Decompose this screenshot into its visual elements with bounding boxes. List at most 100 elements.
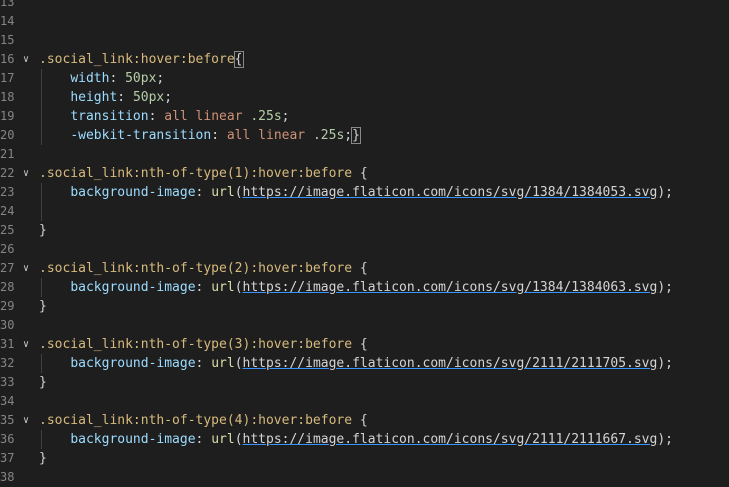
code-token: ; <box>344 128 353 143</box>
fold-chevron-icon[interactable]: ∨ <box>20 164 32 183</box>
code-text: .social_link:hover:before{ <box>39 50 244 69</box>
code-text: } <box>39 373 47 392</box>
code-text: background-image: url(https://image.flat… <box>39 430 673 449</box>
code-line[interactable]: 36 background-image: url(https://image.f… <box>0 430 729 449</box>
line-number: 27 <box>0 261 14 275</box>
code-line[interactable]: 35 ∨ .social_link:nth-of-type(4):hover:bef… <box>0 411 729 430</box>
code-line[interactable]: 20 -webkit-transition: all linear .25s;} <box>0 126 729 145</box>
code-line[interactable]: 34 <box>0 392 729 411</box>
url-link[interactable]: https://image.flaticon.com/icons/svg/211… <box>243 432 658 447</box>
line-number: 28 <box>0 280 14 294</box>
code-token: url <box>211 356 235 371</box>
code-line[interactable]: 27 ∨ .social_link:nth-of-type(2):hover:bef… <box>0 259 729 278</box>
code-token: url <box>211 280 235 295</box>
code-token: { <box>233 51 244 68</box>
line-number: 20 <box>0 128 14 142</box>
code-line[interactable]: 29} <box>0 297 729 316</box>
url-link[interactable]: https://image.flaticon.com/icons/svg/138… <box>243 185 658 200</box>
code-line[interactable]: 26 <box>0 240 729 259</box>
code-token: all linear <box>226 128 306 143</box>
fold-chevron-icon[interactable]: ∨ <box>20 259 32 278</box>
url-link[interactable]: https://image.flaticon.com/icons/svg/211… <box>243 356 658 371</box>
code-line[interactable]: 19 transition: all linear .25s; <box>0 107 729 126</box>
line-number: 36 <box>0 432 14 446</box>
line-number: 34 <box>0 394 14 408</box>
indent-guide <box>41 354 42 373</box>
code-token: : <box>109 71 126 86</box>
code-token: .social_link:nth-of-type(2):hover:before <box>39 261 353 276</box>
code-token: width <box>70 71 110 86</box>
code-token: ; <box>164 90 173 105</box>
line-number: 17 <box>0 71 14 85</box>
code-token: .social_link:hover:before <box>39 52 235 67</box>
code-line[interactable]: 15 <box>0 31 729 50</box>
line-number: 21 <box>0 147 14 161</box>
line-number: 25 <box>0 223 14 237</box>
code-line[interactable]: 33} <box>0 373 729 392</box>
code-token: } <box>39 223 47 238</box>
code-text: } <box>39 449 47 468</box>
line-number: 24 <box>0 204 14 218</box>
indent-guide <box>41 69 42 145</box>
code-text: transition: all linear .25s; <box>39 107 290 126</box>
indent-guide <box>41 278 42 297</box>
line-number: 31 <box>0 337 14 351</box>
fold-chevron-icon[interactable]: ∨ <box>20 50 32 69</box>
code-token: { <box>352 261 368 276</box>
code-token: .25s <box>250 109 282 124</box>
code-line[interactable]: 24 <box>0 202 729 221</box>
code-line[interactable]: 17 width: 50px; <box>0 69 729 88</box>
code-token: : <box>195 185 212 200</box>
line-number: 18 <box>0 90 14 104</box>
code-token: ; <box>281 109 290 124</box>
fold-chevron-icon[interactable]: ∨ <box>20 411 32 430</box>
code-token: 50px <box>125 71 157 86</box>
code-text: background-image: url(https://image.flat… <box>39 183 673 202</box>
line-number: 23 <box>0 185 14 199</box>
code-token: ); <box>657 185 673 200</box>
code-line[interactable]: 28 background-image: url(https://image.f… <box>0 278 729 297</box>
code-line[interactable]: 32 background-image: url(https://image.f… <box>0 354 729 373</box>
code-line[interactable]: 31 ∨ .social_link:nth-of-type(3):hover:bef… <box>0 335 729 354</box>
line-number: 38 <box>0 470 14 484</box>
code-line[interactable]: 30 <box>0 316 729 335</box>
code-token: { <box>352 166 368 181</box>
code-text: background-image: url(https://image.flat… <box>39 278 673 297</box>
code-token: -webkit-transition <box>70 128 212 143</box>
code-line[interactable]: 21 <box>0 145 729 164</box>
code-token: .25s <box>312 128 345 143</box>
code-editor[interactable]: 13 14 15 16 ∨ .social_link:hover:before{17 wi… <box>0 0 729 484</box>
line-number: 19 <box>0 109 14 123</box>
code-line[interactable]: 16 ∨ .social_link:hover:before{ <box>0 50 729 69</box>
code-line[interactable]: 18 height: 50px; <box>0 88 729 107</box>
code-line[interactable]: 25} <box>0 221 729 240</box>
code-token: } <box>39 299 47 314</box>
code-token: .social_link:nth-of-type(4):hover:before <box>39 413 353 428</box>
code-line[interactable]: 14 <box>0 12 729 31</box>
line-number: 22 <box>0 166 14 180</box>
url-link[interactable]: https://image.flaticon.com/icons/svg/138… <box>243 280 658 295</box>
code-token: .social_link:nth-of-type(3):hover:before <box>39 337 353 352</box>
code-line[interactable]: 38 <box>0 468 729 487</box>
fold-chevron-icon[interactable]: ∨ <box>20 335 32 354</box>
indent-guide <box>41 430 42 449</box>
code-line[interactable]: 22 ∨ .social_link:nth-of-type(1):hover:bef… <box>0 164 729 183</box>
code-line[interactable]: 23 background-image: url(https://image.f… <box>0 183 729 202</box>
line-number: 16 <box>0 52 14 66</box>
code-token: ); <box>657 356 673 371</box>
code-line[interactable]: 37} <box>0 449 729 468</box>
code-line[interactable]: 13 <box>0 0 729 12</box>
code-token: 50px <box>132 90 165 105</box>
line-number: 14 <box>0 14 14 28</box>
line-number: 29 <box>0 299 14 313</box>
code-text: .social_link:nth-of-type(4):hover:before… <box>39 411 368 430</box>
line-number: 32 <box>0 356 14 370</box>
